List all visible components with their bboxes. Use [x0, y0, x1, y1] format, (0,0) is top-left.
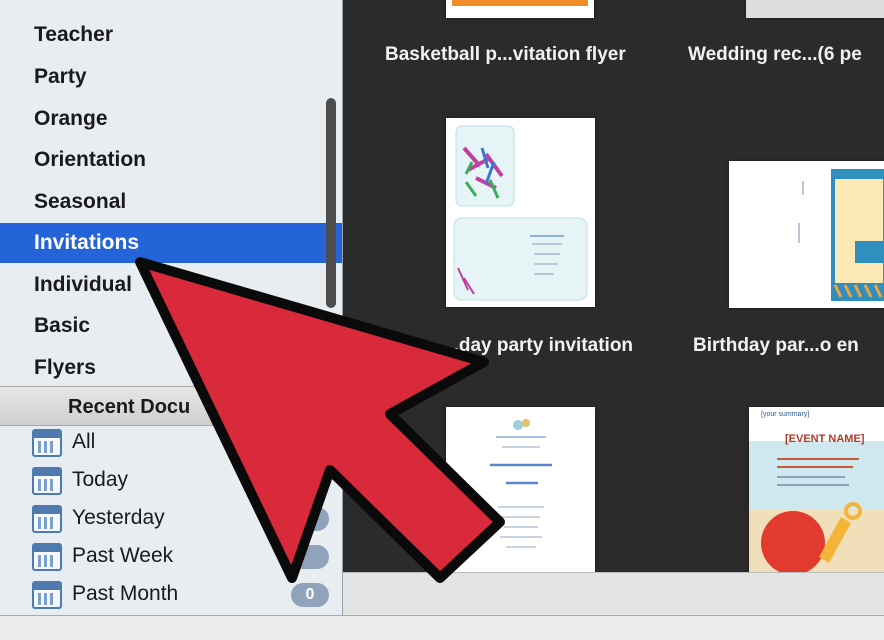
recent-item-label: Yesterday — [72, 506, 165, 529]
gallery-footer-bar — [343, 572, 884, 616]
template-thumbnail-wedding[interactable] — [746, 0, 884, 18]
template-thumbnail-wedding-invitation[interactable] — [446, 407, 595, 572]
recent-item-label: Past Week — [72, 544, 174, 567]
recent-item-label: Today — [72, 468, 129, 491]
category-item-partial[interactable] — [0, 0, 342, 6]
template-caption: Wedding rec...(6 pe — [688, 44, 862, 65]
calendar-icon — [32, 543, 62, 571]
recent-item-yesterday[interactable]: Yesterday — [0, 499, 342, 537]
template-thumbnail-birthday-party[interactable] — [729, 161, 884, 308]
calendar-icon — [32, 429, 62, 457]
category-item-party[interactable]: Party — [0, 57, 342, 97]
category-item-seasonal[interactable]: Seasonal — [0, 182, 342, 222]
count-badge — [291, 545, 329, 569]
calendar-icon — [32, 505, 62, 533]
template-thumbnail-party-invitation[interactable] — [446, 118, 595, 307]
recent-item-label: All — [72, 430, 96, 453]
category-item-orientation[interactable]: Orientation — [0, 140, 342, 180]
template-thumbnail-beach-event[interactable]: [your summary] [EVENT NAME] — [749, 407, 884, 572]
template-thumbnail-basketball[interactable] — [446, 0, 594, 18]
template-gallery: Basketball p...vitation flyer Wedding re… — [343, 0, 884, 572]
recent-item-all[interactable]: All — [0, 423, 342, 461]
calendar-icon — [32, 467, 62, 495]
template-caption: Birthday par...o en — [693, 335, 859, 356]
birthday-card-art — [798, 169, 884, 301]
sidebar-scrollbar[interactable] — [326, 98, 336, 308]
category-item-individual[interactable]: Individual — [0, 265, 342, 305]
flyer-stripe — [452, 0, 588, 6]
category-item-invitations[interactable]: Invitations — [0, 223, 342, 263]
template-caption: ...day party invitation — [443, 335, 634, 356]
template-caption: Basketball p...vitation flyer — [385, 44, 626, 65]
category-item-teacher[interactable]: Teacher — [0, 15, 342, 55]
category-item-flyers[interactable]: Flyers — [0, 348, 342, 388]
count-badge — [291, 507, 329, 531]
category-item-orange[interactable]: Orange — [0, 99, 342, 139]
recent-item-past-week[interactable]: Past Week — [0, 537, 342, 575]
recent-item-today[interactable]: Today — [0, 461, 342, 499]
beach-art — [761, 458, 862, 572]
window-bottom-bar — [0, 615, 884, 640]
party-invitation-art — [453, 125, 588, 301]
wedding-invitation-art — [490, 419, 552, 548]
count-badge: 0 — [291, 583, 329, 607]
category-sidebar: Teacher Party Orange Orientation Seasona… — [0, 0, 343, 615]
recent-documents-title: Recent Docu — [68, 396, 191, 418]
calendar-icon — [32, 581, 62, 609]
recent-documents-header: Recent Docu — [0, 386, 342, 426]
category-item-basic[interactable]: Basic — [0, 306, 342, 346]
recent-item-label: Past Month — [72, 582, 179, 605]
recent-item-past-month[interactable]: Past Month 0 — [0, 575, 342, 613]
